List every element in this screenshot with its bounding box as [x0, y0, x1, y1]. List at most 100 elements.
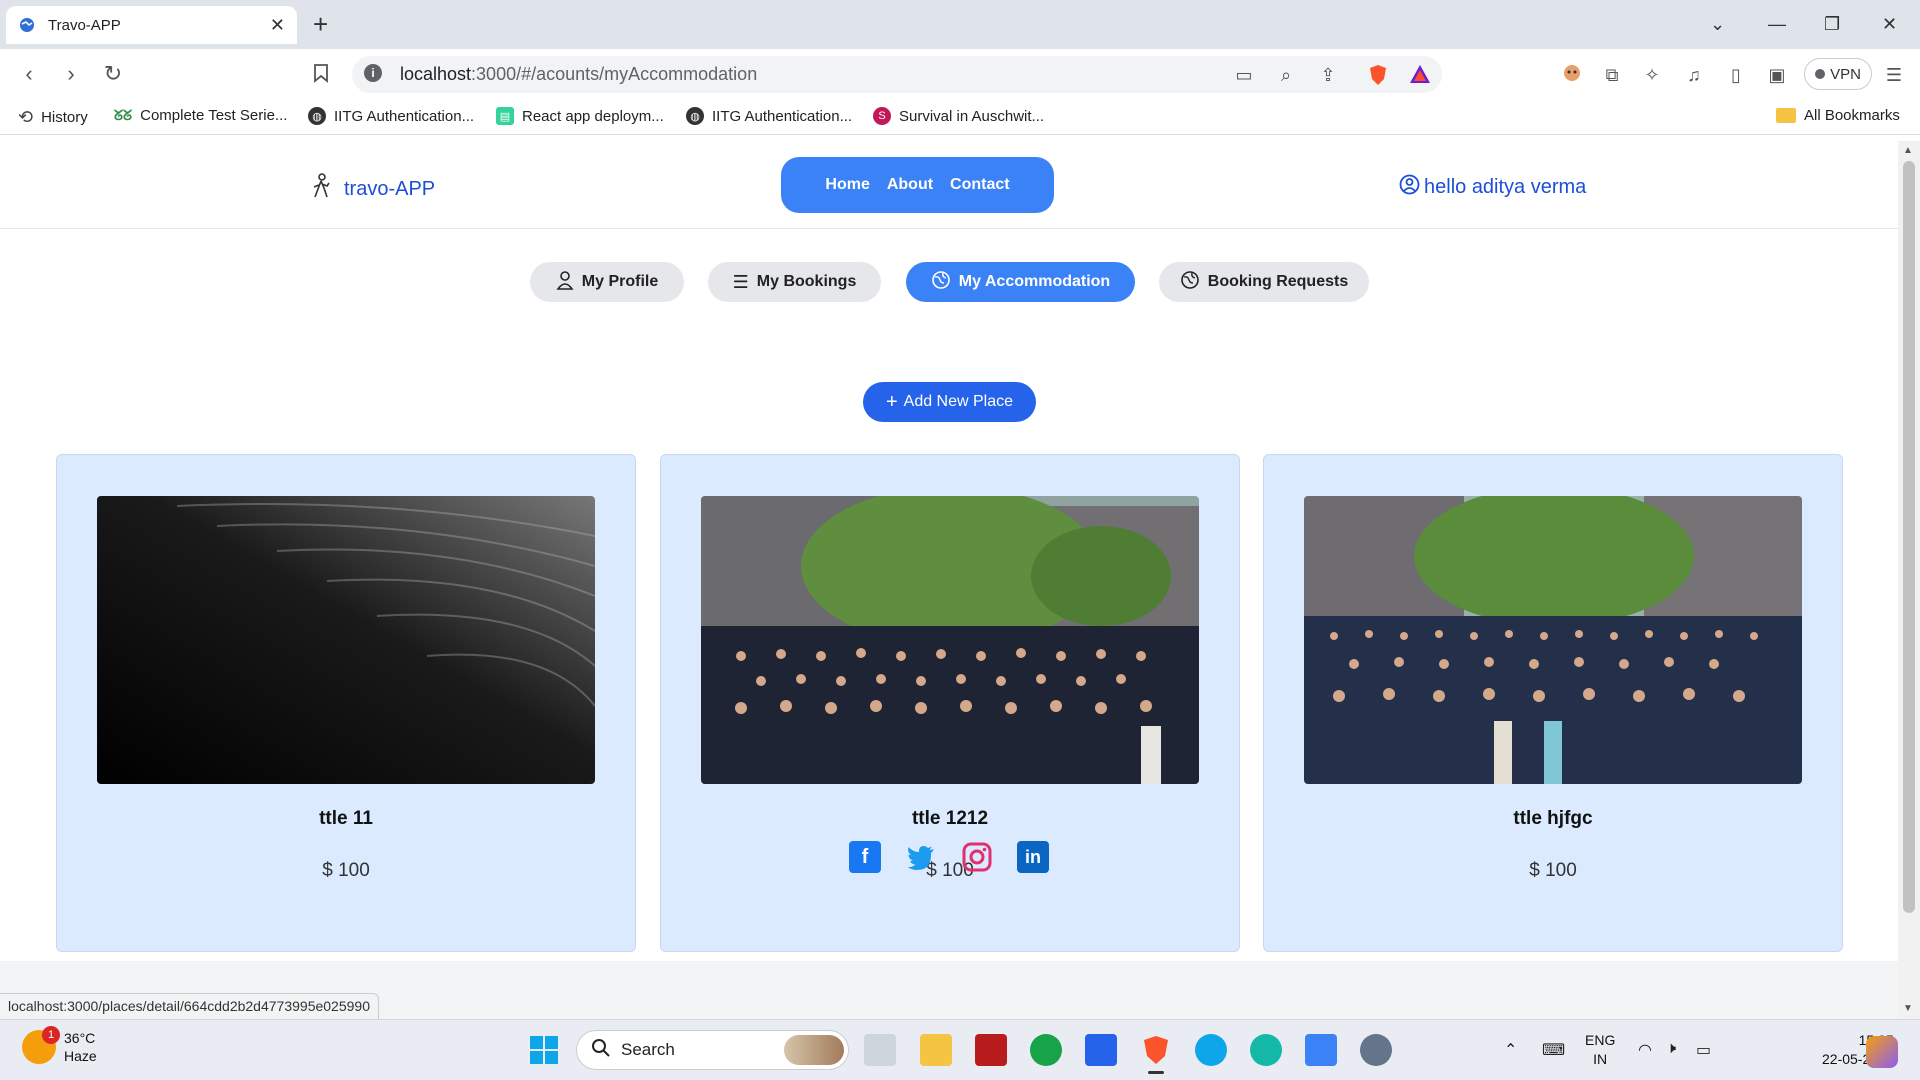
vpn-label: VPN: [1830, 65, 1861, 83]
xbox-icon[interactable]: [1030, 1034, 1062, 1066]
minimize-icon[interactable]: —: [1768, 14, 1786, 35]
brave-shield-icon[interactable]: [1367, 64, 1389, 86]
bookmark-iitg-1[interactable]: ◍ IITG Authentication...: [308, 107, 474, 125]
bookmark-page-icon[interactable]: [310, 63, 332, 85]
weather-widget[interactable]: 1 36°C Haze: [22, 1026, 97, 1065]
user-menu[interactable]: hello aditya verma: [1399, 174, 1586, 201]
copilot-icon[interactable]: [1866, 1036, 1898, 1068]
media-icon[interactable]: ♫: [1682, 63, 1706, 87]
wifi-icon[interactable]: ◠: [1638, 1040, 1652, 1060]
chevron-down-icon[interactable]: ⌄: [1710, 14, 1725, 35]
gfg-icon: ᘜᘜ: [114, 107, 133, 123]
keyboard-icon[interactable]: ⌨: [1542, 1040, 1565, 1060]
share-icon[interactable]: ⇪: [1317, 64, 1339, 86]
nav-home[interactable]: Home: [825, 176, 869, 194]
bookmark-label: Survival in Auschwit...: [899, 107, 1045, 125]
search-placeholder: Search: [621, 1040, 675, 1059]
nav-contact[interactable]: Contact: [950, 176, 1010, 194]
url-host: localhost: [400, 64, 472, 84]
sidebar-icon[interactable]: ▯: [1724, 63, 1748, 87]
brand-name: travo-APP: [344, 177, 436, 200]
page-scrollbar[interactable]: ▲ ▼: [1898, 141, 1920, 1019]
add-new-place-button[interactable]: + Add New Place: [863, 382, 1036, 422]
file-explorer-icon[interactable]: [920, 1034, 952, 1066]
tab-booking-requests[interactable]: Booking Requests: [1159, 262, 1369, 302]
tab-label: My Accommodation: [958, 273, 1111, 290]
chevron-up-icon[interactable]: ⌃: [1504, 1040, 1517, 1060]
user-icon: [556, 270, 574, 295]
place-image: [1304, 496, 1802, 784]
place-card[interactable]: ttle hjfgc $ 100: [1263, 454, 1843, 952]
bookmark-label: IITG Authentication...: [334, 107, 475, 125]
close-window-icon[interactable]: ✕: [1882, 14, 1897, 35]
bookmark-survival[interactable]: S Survival in Auschwit...: [873, 107, 1044, 125]
place-price: $ 100: [1529, 860, 1577, 881]
edge-dev-icon[interactable]: [1195, 1034, 1227, 1066]
tab-my-bookings[interactable]: ☰ My Bookings: [708, 262, 881, 302]
scrollbar-thumb[interactable]: [1903, 161, 1915, 913]
nav-about[interactable]: About: [887, 176, 933, 194]
tab-label: Booking Requests: [1207, 273, 1349, 290]
place-price: $ 100: [322, 860, 370, 881]
bookmark-history[interactable]: ⟲ History: [18, 107, 88, 128]
vpn-button[interactable]: VPN: [1804, 58, 1872, 90]
extensions-icon[interactable]: ⧉: [1600, 63, 1624, 87]
tab-my-profile[interactable]: My Profile: [530, 262, 684, 302]
edge-icon[interactable]: [1250, 1034, 1282, 1066]
back-icon[interactable]: ‹: [18, 63, 40, 85]
tab-my-accommodation[interactable]: My Accommodation: [906, 262, 1135, 302]
twitter-icon[interactable]: [905, 841, 937, 873]
extension-avatar-icon[interactable]: [1560, 63, 1584, 87]
zoom-icon[interactable]: ⌕: [1275, 64, 1297, 86]
browser-tab-strip: Travo-APP ✕ + ⌄ — ❐ ✕: [0, 0, 1920, 49]
globe-icon: [1180, 270, 1200, 295]
facebook-icon[interactable]: f: [849, 841, 881, 873]
photos-icon[interactable]: [1305, 1034, 1337, 1066]
vscode-icon[interactable]: [1085, 1034, 1117, 1066]
place-price: $ 100: [926, 860, 974, 881]
place-card[interactable]: ttle 11 $ 100: [56, 454, 636, 952]
leo-icon[interactable]: ✧: [1640, 63, 1664, 87]
cast-icon[interactable]: ▭: [1233, 64, 1255, 86]
all-bookmarks[interactable]: All Bookmarks: [1776, 107, 1900, 124]
list-icon: ☰: [732, 271, 749, 292]
instagram-icon[interactable]: [961, 841, 993, 873]
url-text[interactable]: localhost:3000/#/acounts/myAccommodation: [400, 64, 757, 85]
reload-icon[interactable]: ↻: [102, 63, 124, 85]
taskbar-search[interactable]: Search: [576, 1030, 849, 1070]
settings-icon[interactable]: [1360, 1034, 1392, 1066]
task-view-icon[interactable]: [864, 1034, 896, 1066]
bookmark-iitg-2[interactable]: ◍ IITG Authentication...: [686, 107, 852, 125]
brave-rewards-icon[interactable]: [1409, 64, 1431, 86]
scroll-down-icon[interactable]: ▼: [1903, 1003, 1913, 1014]
windows-start-icon[interactable]: [528, 1034, 560, 1066]
plus-icon: +: [885, 391, 898, 413]
game-app-icon[interactable]: [975, 1034, 1007, 1066]
bookmark-gfg[interactable]: ᘜᘜ Complete Test Serie...: [114, 107, 287, 124]
wallet-icon[interactable]: ▣: [1765, 63, 1789, 87]
brave-browser-icon[interactable]: [1140, 1034, 1172, 1066]
bookmark-label: IITG Authentication...: [712, 107, 853, 125]
lang-line-2: IN: [1593, 1051, 1608, 1067]
brand-link[interactable]: travo-APP: [310, 173, 435, 205]
main-nav: Home About Contact: [781, 157, 1054, 213]
s-icon: S: [873, 107, 891, 125]
battery-icon[interactable]: ▭: [1696, 1040, 1711, 1060]
language-indicator[interactable]: ENG IN: [1585, 1031, 1615, 1069]
user-greeting: hello aditya verma: [1424, 176, 1587, 198]
bookmark-label: React app deploym...: [522, 107, 664, 125]
place-image: [701, 496, 1199, 784]
site-info-icon[interactable]: i: [364, 64, 382, 82]
bookmark-react-deploy[interactable]: ▤ React app deploym...: [496, 107, 664, 125]
status-bar-url: localhost:3000/places/detail/664cdd2b2d4…: [0, 993, 379, 1019]
scroll-up-icon[interactable]: ▲: [1903, 145, 1913, 156]
restore-icon[interactable]: ❐: [1824, 14, 1840, 35]
linkedin-icon[interactable]: in: [1017, 841, 1049, 873]
new-tab-button[interactable]: +: [313, 11, 328, 37]
menu-icon[interactable]: ☰: [1882, 63, 1906, 87]
speaker-muted-icon[interactable]: 🕨: [1666, 1040, 1676, 1058]
place-card[interactable]: ttle 1212 $ 100: [660, 454, 1240, 952]
browser-tab[interactable]: Travo-APP ✕: [6, 6, 297, 44]
close-tab-icon[interactable]: ✕: [270, 15, 285, 36]
forward-icon[interactable]: ›: [60, 63, 82, 85]
